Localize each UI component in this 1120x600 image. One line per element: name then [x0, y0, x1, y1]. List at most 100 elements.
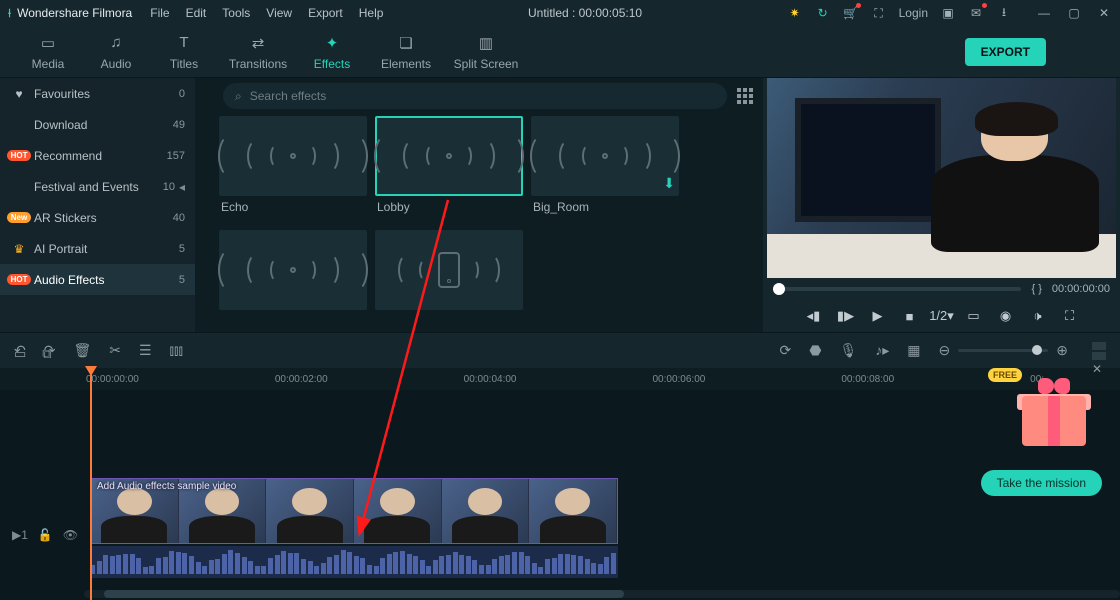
delete-button[interactable]: 🗑 — [73, 342, 91, 359]
tab-label: Effects — [298, 57, 366, 71]
tab-elements[interactable]: ❏Elements — [366, 33, 446, 71]
phone-icon — [438, 252, 460, 288]
sliders-icon[interactable]: ☰ — [139, 342, 152, 359]
ruler-left-tools: ▭ ⧉ — [14, 346, 52, 362]
cut-button[interactable]: ✂ — [109, 342, 121, 359]
new-badge-icon: New — [10, 212, 28, 223]
prev-frame-button[interactable]: ◂▮ — [805, 308, 823, 324]
sidebar-item-count: 5 — [179, 274, 185, 286]
render-icon[interactable]: ⟳ — [780, 342, 792, 359]
frame-icon[interactable]: ▦ — [907, 342, 920, 359]
sidebar-item-count: 40 — [173, 212, 185, 224]
effect-card-phone[interactable] — [375, 230, 523, 310]
menu-export[interactable]: Export — [308, 6, 343, 20]
audio-wave-icon[interactable]: ⫾⫾⫾ — [170, 342, 183, 359]
sound-wave-icon — [374, 134, 524, 178]
sidebar-item-count: 5 — [179, 243, 185, 255]
maximize-button[interactable]: ▢ — [1066, 5, 1082, 21]
menu-view[interactable]: View — [266, 6, 292, 20]
effect-card-echo[interactable]: Echo — [219, 116, 367, 218]
sidebar-item-ai-portrait[interactable]: ♛AI Portrait5 — [0, 233, 195, 264]
play-button[interactable]: ▶ — [869, 308, 887, 324]
audio-clip[interactable] — [90, 546, 618, 578]
music-note-icon[interactable]: ♪▸ — [875, 342, 889, 359]
tab-effects[interactable]: ✦ Effects — [298, 33, 366, 71]
zoom-control: ⊖ ⊕ — [939, 342, 1068, 359]
export-button[interactable]: EXPORT — [965, 38, 1046, 66]
gift-promo[interactable]: FREE — [1014, 372, 1094, 446]
tab-split-screen[interactable]: ▥Split Screen — [446, 33, 526, 71]
sidebar-scrollbar[interactable] — [195, 78, 205, 332]
tab-label: Media — [14, 57, 82, 71]
mail-icon[interactable]: ✉ — [968, 5, 984, 21]
marker-icon[interactable]: ⬣ — [809, 342, 821, 359]
zoom-slider[interactable] — [958, 349, 1048, 352]
zoom-out-button[interactable]: ⊖ — [939, 342, 951, 359]
sidebar-item-count: 157 — [167, 150, 185, 162]
take-mission-button[interactable]: Take the mission — [981, 470, 1102, 496]
sidebar-item-audio-effects[interactable]: HOTAudio Effects5 — [0, 264, 195, 295]
grid-view-toggle[interactable] — [737, 88, 753, 104]
timeline-zoom-bars[interactable] — [1092, 342, 1106, 360]
login-button[interactable]: Login — [899, 6, 928, 20]
effect-card-lobby[interactable]: Lobby — [375, 116, 523, 218]
sidebar-item-ar-stickers[interactable]: NewAR Stickers40 — [0, 202, 195, 233]
minimize-button[interactable]: — — [1036, 5, 1052, 21]
volume-icon[interactable]: 🕩 — [1029, 308, 1047, 324]
tab-label: Elements — [366, 57, 446, 71]
folder-icon: ▭ — [14, 33, 82, 53]
timeline-tracks[interactable]: ▶1 🔓 👁 Add Audio effects sample video — [0, 390, 1120, 600]
search-icon: ⌕ — [235, 89, 242, 104]
track-add-icon[interactable]: ▭ — [14, 346, 26, 362]
tab-audio[interactable]: ♫Audio — [82, 33, 150, 71]
sidebar-item-label: Download — [34, 118, 87, 132]
menu-help[interactable]: Help — [359, 6, 384, 20]
playhead[interactable] — [90, 368, 92, 600]
menu-tools[interactable]: Tools — [222, 6, 250, 20]
download-arrow-icon[interactable]: ⬇ — [663, 175, 675, 192]
speed-select[interactable]: 1/2 ▾ — [933, 308, 951, 324]
tab-transitions[interactable]: ⇄Transitions — [218, 33, 298, 71]
tab-media[interactable]: ▭ Media — [14, 33, 82, 71]
track-eye-icon[interactable]: 👁 — [63, 528, 78, 542]
sparkle-icon: ✦ — [298, 33, 366, 53]
zoom-in-button[interactable]: ⊕ — [1056, 342, 1068, 359]
zoom-knob[interactable] — [1032, 345, 1042, 355]
download-icon[interactable]: ⭳ — [996, 5, 1012, 21]
sidebar-item-download[interactable]: Download49 — [0, 109, 195, 140]
phone-sound-icon — [398, 252, 500, 288]
display-icon[interactable]: ▭ — [965, 308, 983, 324]
close-button[interactable]: ✕ — [1096, 5, 1112, 21]
scrub-track[interactable] — [773, 287, 1021, 291]
search-input[interactable]: ⌕Search effects — [223, 83, 727, 109]
stop-button[interactable]: ■ — [901, 309, 919, 324]
refresh-icon[interactable]: ↻ — [815, 5, 831, 21]
tab-titles[interactable]: TTitles — [150, 33, 218, 71]
gift-icon[interactable]: ⛶ — [871, 5, 887, 21]
scrub-knob[interactable] — [773, 283, 785, 295]
lightbulb-icon[interactable]: ✷ — [787, 5, 803, 21]
menu-file[interactable]: File — [150, 6, 169, 20]
mic-icon[interactable]: 🎙 — [839, 342, 857, 359]
save-icon[interactable]: ▣ — [940, 5, 956, 21]
effect-card-4[interactable] — [219, 230, 367, 310]
effect-card-big-room[interactable]: ⬇ Big_Room — [531, 116, 679, 218]
link-icon[interactable]: ⧉ — [42, 346, 51, 362]
timeline-h-scrollbar[interactable] — [84, 590, 1120, 598]
preview-video[interactable] — [767, 78, 1116, 278]
snapshot-icon[interactable]: ◉ — [997, 308, 1015, 324]
timeline-ruler[interactable]: ▭ ⧉ 00:00:00:00 00:00:02:00 00:00:04:00 … — [0, 368, 1120, 390]
fullscreen-icon[interactable]: ⛶ — [1061, 308, 1079, 324]
track-video-icon[interactable]: ▶1 — [12, 528, 28, 542]
sidebar-item-festival[interactable]: Festival and Events10◂ — [0, 171, 195, 202]
video-clip[interactable]: Add Audio effects sample video — [90, 478, 618, 544]
cart-icon[interactable]: 🛒 — [843, 5, 859, 21]
menu-edit[interactable]: Edit — [186, 6, 207, 20]
mission-close-button[interactable]: ✕ — [1092, 362, 1102, 376]
scrollbar-thumb[interactable] — [104, 590, 624, 598]
track-lock-icon[interactable]: 🔓 — [38, 528, 53, 542]
hot-badge-icon: HOT — [10, 150, 28, 161]
step-back-button[interactable]: ▮▶ — [837, 308, 855, 324]
sidebar-item-favourites[interactable]: ♥Favourites0 — [0, 78, 195, 109]
sidebar-item-recommend[interactable]: HOTRecommend157 — [0, 140, 195, 171]
